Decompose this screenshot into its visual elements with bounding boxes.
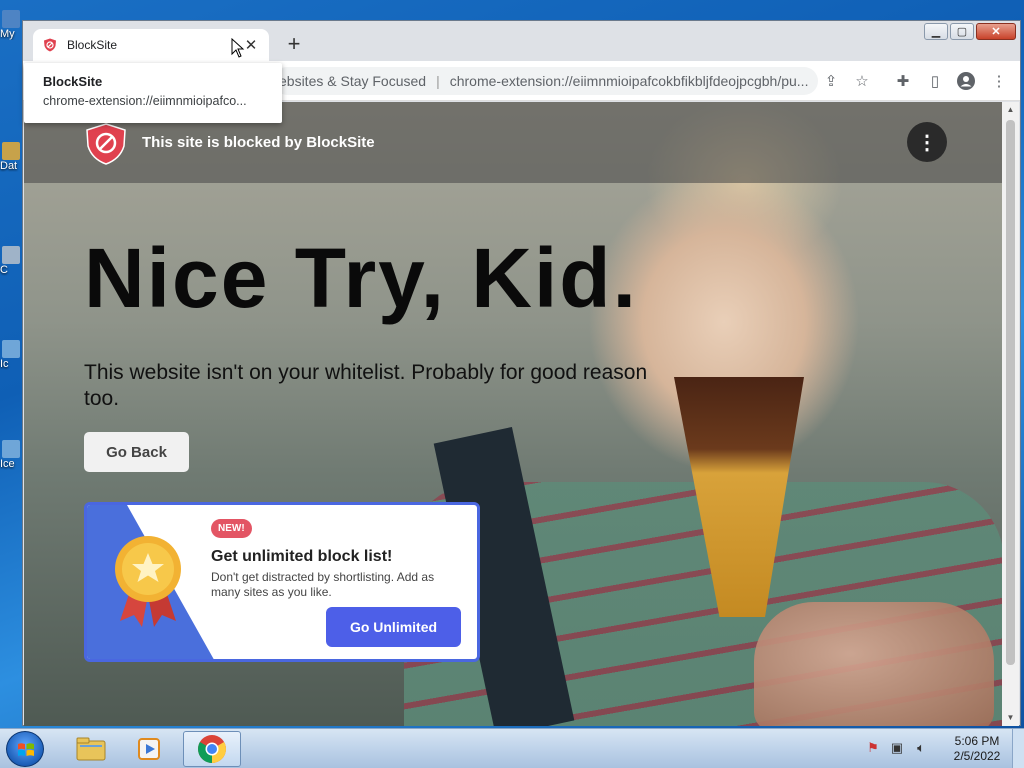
chrome-icon	[198, 735, 226, 763]
taskbar-explorer[interactable]	[62, 731, 120, 767]
scroll-up-arrow-icon[interactable]: ▲	[1002, 102, 1019, 118]
mouse-cursor-icon	[231, 38, 245, 58]
minimize-button[interactable]: ▁	[924, 23, 948, 40]
clock-time: 5:06 PM	[954, 734, 1000, 748]
omnibox[interactable]: ebsites & Stay Focused | chrome-extensio…	[273, 67, 818, 95]
system-tray: ⚑ ▣ 🔈︎ 5:06 PM 2/5/2022	[864, 729, 1024, 768]
omnibox-separator: |	[436, 73, 440, 89]
promo-description: Don't get distracted by shortlisting. Ad…	[211, 570, 435, 599]
desktop-icon-ice[interactable]: Ice	[0, 440, 22, 470]
side-panel-icon[interactable]: ▯	[925, 71, 945, 91]
taskbar-clock[interactable]: 5:06 PM 2/5/2022	[942, 734, 1012, 764]
desktop-icon-ic[interactable]: Ic	[0, 340, 22, 370]
desktop-icon-label: Ic	[0, 358, 9, 370]
chrome-menu-icon[interactable]: ⋮	[989, 71, 1009, 91]
action-center-flag-icon[interactable]: ⚑	[864, 740, 882, 758]
page-scrollbar[interactable]: ▲ ▼	[1002, 102, 1019, 726]
desktop-icon-data[interactable]: Dat	[0, 142, 22, 172]
page-subline: This website isn't on your whitelist. Pr…	[84, 361, 648, 410]
page-headline: Nice Try, Kid.	[84, 231, 638, 325]
bookmark-star-icon[interactable]: ☆	[852, 71, 872, 91]
clock-date: 2/5/2022	[953, 749, 1001, 763]
chrome-window: BlockSite ✕ + ▁ ▢ ✕ ebsites & Stay Focus…	[22, 20, 1021, 726]
app-icon	[2, 340, 20, 358]
tab-title: BlockSite	[67, 38, 118, 52]
taskbar-media-player[interactable]	[121, 731, 179, 767]
new-badge: NEW!	[211, 519, 252, 538]
volume-icon[interactable]: 🔈︎	[912, 740, 930, 758]
desktop-icon-label: My	[0, 28, 15, 40]
tab-hover-tooltip: BlockSite chrome-extension://eiimnmioipa…	[24, 63, 282, 123]
extensions-puzzle-icon[interactable]: ✚	[893, 71, 913, 91]
desktop-icon-c[interactable]: C	[0, 246, 22, 276]
blocksite-shield-icon	[44, 38, 56, 52]
scroll-thumb[interactable]	[1006, 120, 1015, 665]
windows-taskbar: ⚑ ▣ 🔈︎ 5:06 PM 2/5/2022	[0, 728, 1024, 768]
drive-icon	[2, 246, 20, 264]
desktop-icon-label: Ice	[0, 458, 15, 470]
tab-close-icon[interactable]: ✕	[243, 36, 259, 54]
go-unlimited-button[interactable]: Go Unlimited	[326, 607, 461, 647]
omnibox-url: chrome-extension://eiimnmioipafcokbfikbl…	[449, 73, 809, 89]
blocksite-shield-icon	[86, 123, 126, 165]
promo-card: NEW! Get unlimited block list! Don't get…	[84, 502, 480, 662]
network-icon[interactable]: ▣	[888, 740, 906, 758]
blocked-notice: This site is blocked by BlockSite	[142, 134, 375, 151]
share-icon[interactable]: ⇪	[821, 71, 841, 91]
scroll-down-arrow-icon[interactable]: ▼	[1002, 710, 1019, 726]
folder-icon	[76, 737, 106, 761]
page-viewport: This site is blocked by BlockSite ⋮ Nice…	[24, 102, 1004, 726]
go-back-button[interactable]: Go Back	[84, 432, 189, 472]
folder-icon	[2, 142, 20, 160]
maximize-button[interactable]: ▢	[950, 23, 974, 40]
app-icon	[2, 440, 20, 458]
new-tab-button[interactable]: +	[283, 33, 305, 55]
desktop-icon-label: Dat	[0, 160, 18, 172]
computer-icon	[2, 10, 20, 28]
tooltip-url: chrome-extension://eiimnmioipafco...	[43, 94, 247, 108]
background-photo-hand	[754, 602, 994, 726]
profile-avatar-icon[interactable]	[956, 71, 976, 91]
desktop-icon-label: C	[0, 264, 8, 276]
promo-title: Get unlimited block list!	[211, 548, 393, 565]
kebab-menu-icon[interactable]: ⋮	[907, 122, 947, 162]
tooltip-title: BlockSite	[43, 74, 103, 89]
omnibox-page-title: ebsites & Stay Focused	[279, 73, 427, 89]
tab-strip: BlockSite ✕ +	[23, 21, 1020, 61]
window-controls: ▁ ▢ ✕	[924, 23, 1016, 40]
start-button[interactable]	[6, 731, 44, 767]
media-player-icon	[138, 738, 160, 760]
medal-star-icon	[115, 536, 181, 627]
show-desktop-button[interactable]	[1012, 729, 1024, 768]
close-window-button[interactable]: ✕	[976, 23, 1016, 40]
desktop-icon-my-computer[interactable]: My	[0, 10, 22, 40]
windows-logo-icon	[18, 743, 34, 756]
taskbar-chrome[interactable]	[183, 731, 241, 767]
